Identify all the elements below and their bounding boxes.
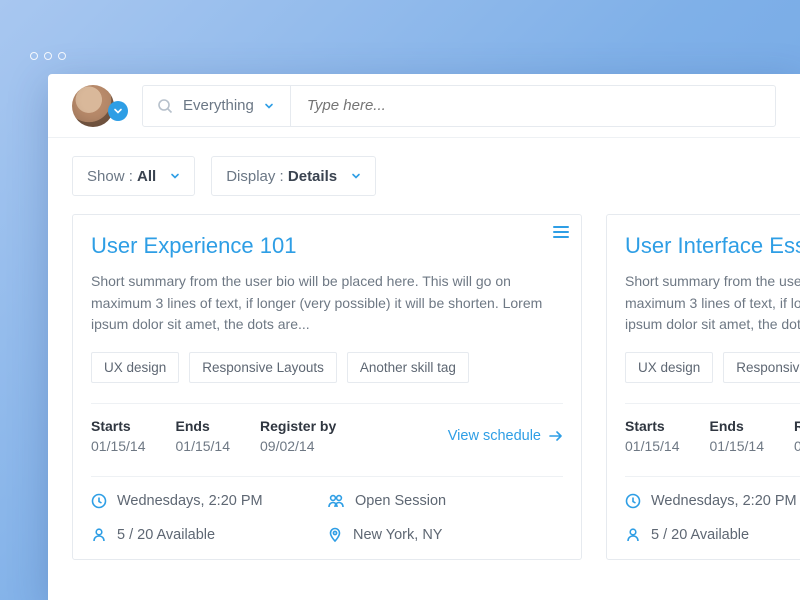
cards-row: User Experience 101 Short summary from t…	[48, 196, 800, 560]
chevron-down-icon	[170, 171, 180, 181]
clock-icon	[625, 493, 641, 509]
window-controls	[30, 52, 66, 60]
chevron-down-icon	[264, 101, 274, 111]
divider	[625, 476, 800, 477]
dates: Starts 01/15/14 Ends 01/15/14 Register b…	[91, 418, 336, 454]
search-input[interactable]	[307, 97, 759, 114]
availability-meta: 5 / 20 Available	[625, 527, 800, 543]
display-filter[interactable]: Display : Details	[211, 156, 376, 196]
register-value: 09/02/14	[260, 438, 336, 454]
ends-value: 01/15/14	[176, 438, 231, 454]
ends-label: Ends	[710, 418, 765, 434]
display-filter-value: Details	[288, 168, 337, 185]
schedule-meta: Wednesdays, 2:20 PM	[625, 493, 800, 509]
user-icon	[625, 527, 641, 543]
skill-tag[interactable]: Another skill tag	[347, 352, 469, 383]
clock-icon	[91, 493, 107, 509]
search-scope-label: Everything	[183, 97, 254, 114]
starts-value: 01/15/14	[91, 438, 146, 454]
search-icon	[157, 98, 173, 114]
schedule-text: Wednesdays, 2:20 PM	[651, 493, 797, 509]
session-text: Open Session	[355, 493, 446, 509]
group-icon	[327, 493, 345, 509]
divider	[625, 403, 800, 404]
location-meta: New York, NY	[327, 527, 563, 543]
topbar: Everything	[48, 74, 800, 138]
schedule-text: Wednesdays, 2:20 PM	[117, 493, 263, 509]
user-menu[interactable]	[72, 85, 114, 127]
session-meta: Open Session	[327, 493, 563, 509]
skill-tag[interactable]: UX design	[625, 352, 713, 383]
search-bar: Everything	[142, 85, 776, 127]
ends-label: Ends	[176, 418, 231, 434]
course-title[interactable]: User Interface Esse	[625, 233, 800, 259]
course-summary: Short summary from the user bio will be …	[91, 271, 563, 336]
register-value: 09/0	[794, 438, 800, 454]
show-filter-value: All	[137, 168, 156, 185]
skill-tag[interactable]: Responsive Layouts	[189, 352, 337, 383]
divider	[91, 476, 563, 477]
chevron-down-icon	[108, 101, 128, 121]
pin-icon	[327, 527, 343, 543]
arrow-right-icon	[549, 431, 563, 441]
view-schedule-link[interactable]: View schedule	[448, 428, 563, 444]
register-label: Reg	[794, 418, 800, 434]
app-window: Everything Show : All Display : Details	[48, 74, 800, 600]
course-title[interactable]: User Experience 101	[91, 233, 563, 259]
show-filter[interactable]: Show : All	[72, 156, 195, 196]
dates: Starts 01/15/14 Ends 01/15/14 Reg 09/0	[625, 418, 800, 454]
course-card: User Interface Esse Short summary from t…	[606, 214, 800, 560]
filters-row: Show : All Display : Details	[48, 138, 800, 196]
tags-row: UX design Responsive Layouts Another ski…	[91, 352, 563, 383]
skill-tag[interactable]: Responsive	[723, 352, 800, 383]
card-menu-icon[interactable]	[553, 225, 569, 239]
search-scope-select[interactable]: Everything	[143, 86, 291, 126]
course-summary: Short summary from the user bio will be …	[625, 271, 800, 336]
availability-text: 5 / 20 Available	[117, 527, 215, 543]
course-card: User Experience 101 Short summary from t…	[72, 214, 582, 560]
user-icon	[91, 527, 107, 543]
starts-value: 01/15/14	[625, 438, 680, 454]
starts-label: Starts	[91, 418, 146, 434]
display-filter-label: Display :	[226, 168, 288, 185]
chevron-down-icon	[351, 171, 361, 181]
starts-label: Starts	[625, 418, 680, 434]
avatar	[72, 85, 114, 127]
view-schedule-label: View schedule	[448, 428, 541, 444]
show-filter-label: Show :	[87, 168, 137, 185]
divider	[91, 403, 563, 404]
ends-value: 01/15/14	[710, 438, 765, 454]
register-label: Register by	[260, 418, 336, 434]
tags-row: UX design Responsive	[625, 352, 800, 383]
skill-tag[interactable]: UX design	[91, 352, 179, 383]
availability-meta: 5 / 20 Available	[91, 527, 327, 543]
location-text: New York, NY	[353, 527, 442, 543]
schedule-meta: Wednesdays, 2:20 PM	[91, 493, 327, 509]
availability-text: 5 / 20 Available	[651, 527, 749, 543]
